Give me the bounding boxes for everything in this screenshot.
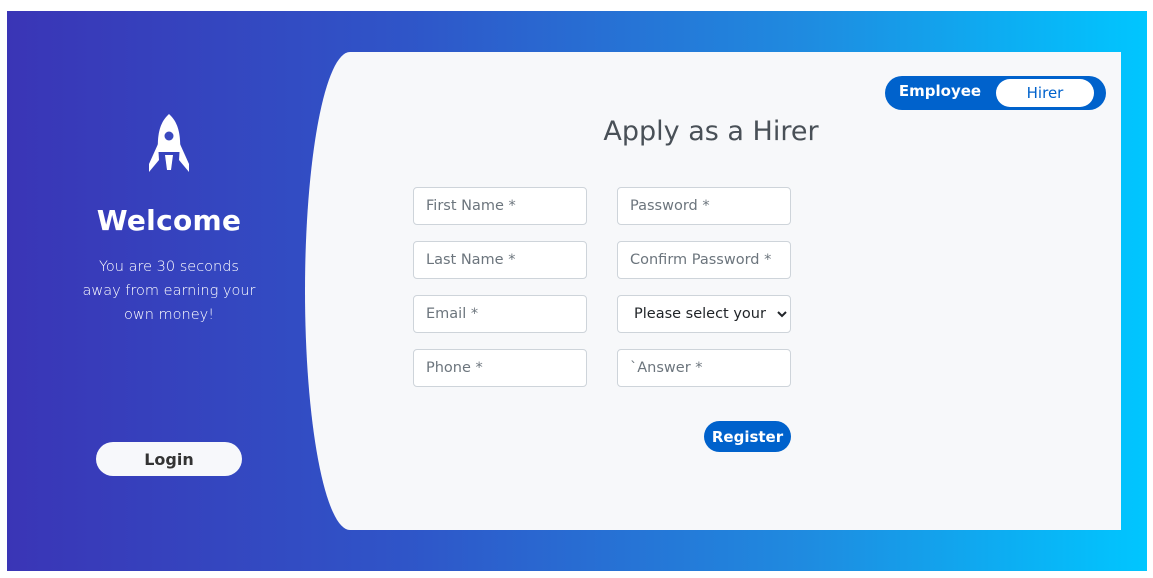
registration-card: Employee Hirer Apply as a Hirer Please s… [305,52,1121,530]
app-background: Welcome You are 30 seconds away from ear… [7,11,1147,571]
welcome-title: Welcome [96,204,242,237]
first-name-field[interactable] [413,187,587,225]
tab-employee[interactable]: Employee [885,76,995,110]
security-question-select[interactable]: Please select your [617,295,791,333]
tab-hirer[interactable]: Hirer [996,79,1094,107]
phone-field[interactable] [413,349,587,387]
last-name-field[interactable] [413,241,587,279]
form-heading: Apply as a Hirer [603,116,819,147]
email-field[interactable] [413,295,587,333]
rocket-icon [149,114,189,172]
welcome-panel: Welcome You are 30 seconds away from ear… [7,11,331,571]
confirm-password-field[interactable] [617,241,791,279]
role-toggle: Employee Hirer [885,76,1106,110]
welcome-tagline: You are 30 seconds away from earning you… [82,259,256,323]
password-field[interactable] [617,187,791,225]
register-button[interactable]: Register [704,421,791,452]
login-button[interactable]: Login [96,442,242,476]
answer-field[interactable] [617,349,791,387]
